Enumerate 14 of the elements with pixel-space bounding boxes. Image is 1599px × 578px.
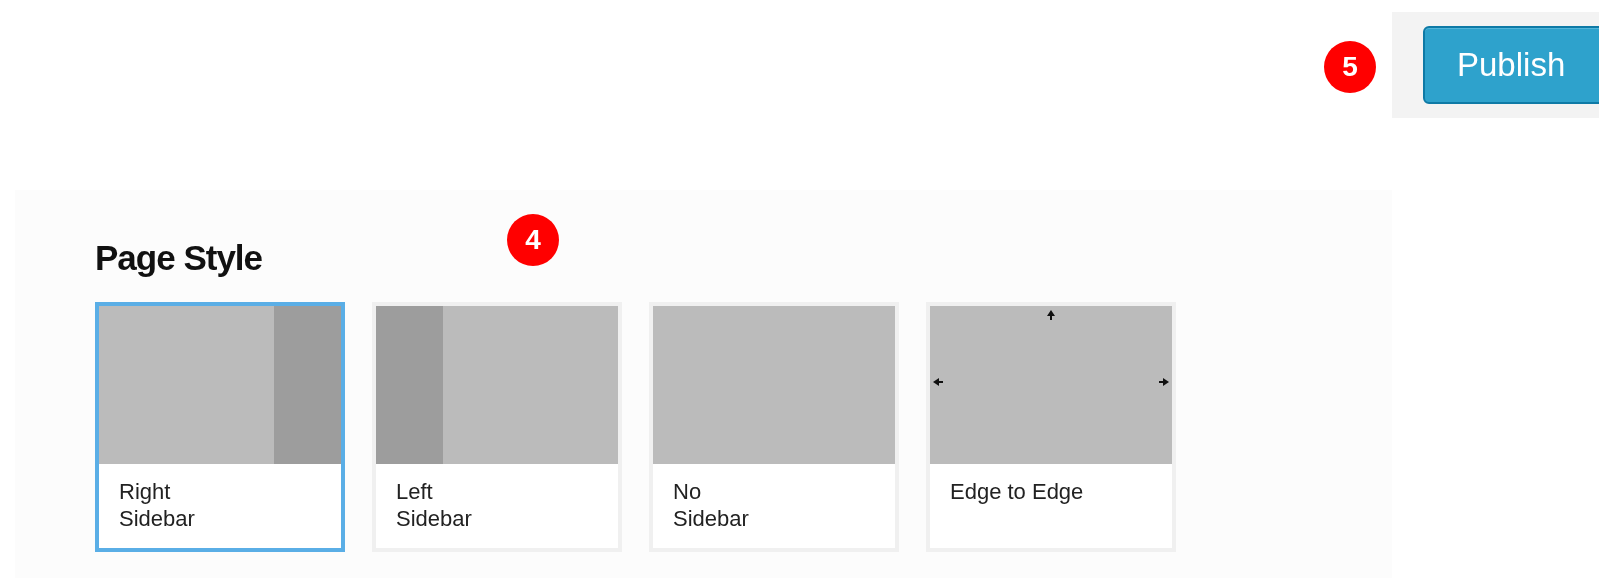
left-sidebar-layout-icon	[376, 306, 618, 464]
right-sidebar-layout-icon	[99, 306, 341, 464]
layout-option[interactable]: Edge to Edge	[926, 302, 1176, 552]
option-label: Left Sidebar	[395, 478, 473, 533]
no-sidebar-layout-icon	[653, 306, 895, 464]
layout-option[interactable]: No Sidebar	[649, 302, 899, 552]
edge-to-edge-layout-icon	[930, 306, 1172, 464]
option-label: Edge to Edge	[949, 478, 1085, 506]
section-title: Page Style	[95, 238, 263, 278]
layout-option[interactable]: Left Sidebar	[372, 302, 622, 552]
option-label: No Sidebar	[672, 478, 750, 533]
step-badge: 5	[1324, 41, 1376, 93]
option-label: Right Sidebar	[118, 478, 196, 533]
layout-option[interactable]: Right Sidebar	[95, 302, 345, 552]
